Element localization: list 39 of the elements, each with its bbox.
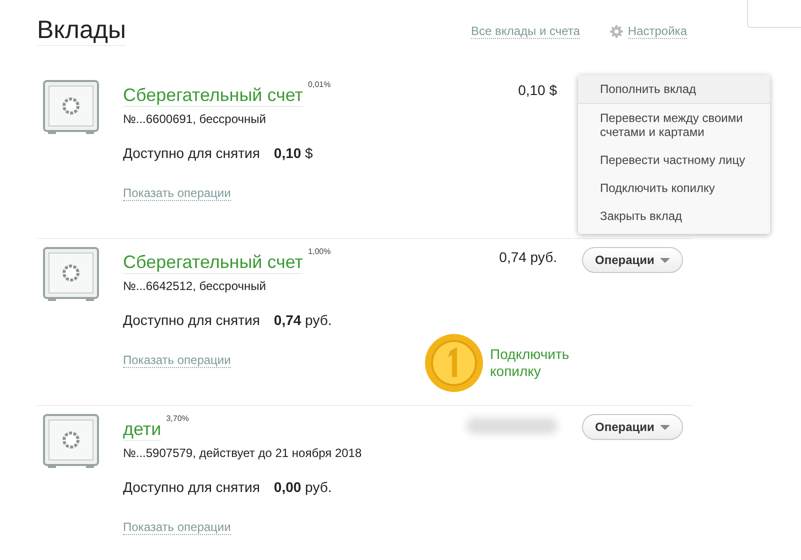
menu-item[interactable]: Перевести между своими счетами и картами — [578, 104, 770, 146]
header-link[interactable]: Настройка — [610, 24, 687, 38]
piggy-bank-link[interactable]: Подключить копилку — [490, 346, 580, 380]
interest-rate: 1,00% — [308, 247, 331, 256]
menu-item[interactable]: Закрыть вклад — [578, 202, 770, 230]
account-name[interactable]: дети — [123, 418, 162, 441]
show-operations-link[interactable]: Показать операции — [123, 520, 231, 535]
available-label: Доступно для снятия — [123, 479, 260, 495]
account-number: №...6600691, бессрочный — [123, 112, 267, 126]
balance: 0,74 руб. — [498, 248, 557, 265]
safe-icon — [43, 80, 99, 136]
safe-icon — [43, 247, 99, 303]
balance: 0,10 $ — [517, 81, 557, 98]
page-title: Вклады — [37, 16, 126, 46]
show-operations-link[interactable]: Показать операции — [123, 186, 231, 201]
interest-rate: 3,70% — [166, 414, 189, 423]
available-amount: 0,00 руб. — [274, 479, 332, 495]
caret-icon — [660, 258, 670, 262]
account-name[interactable]: Сберегательный счет — [123, 251, 304, 274]
caret-icon — [660, 424, 670, 430]
account-name[interactable]: Сберегательный счет — [123, 84, 304, 107]
safe-icon — [43, 414, 99, 470]
operations-button[interactable]: Операции — [582, 414, 684, 440]
available-amount: 0,10 $ — [274, 145, 313, 161]
available-amount: 0,74 руб. — [274, 312, 332, 328]
menu-item[interactable]: Пополнить вклад — [578, 75, 770, 104]
coin-icon — [424, 333, 484, 393]
show-operations-link[interactable]: Показать операции — [123, 353, 231, 368]
account-number: №...5907579, действует до 21 ноября 2018 — [123, 446, 363, 460]
panel-edge — [747, 0, 801, 28]
header-link[interactable]: Все вклады и счета — [471, 24, 580, 38]
interest-rate: 0,01% — [308, 80, 331, 89]
account-number: №...6642512, бессрочный — [123, 279, 267, 293]
operations-button[interactable]: Операции — [582, 247, 684, 273]
menu-item[interactable]: Перевести частному лицу — [578, 146, 770, 174]
menu-item[interactable]: Подключить копилку — [578, 174, 770, 202]
settings-icon — [610, 24, 623, 38]
available-label: Доступно для снятия — [123, 145, 260, 161]
available-label: Доступно для снятия — [123, 312, 260, 328]
